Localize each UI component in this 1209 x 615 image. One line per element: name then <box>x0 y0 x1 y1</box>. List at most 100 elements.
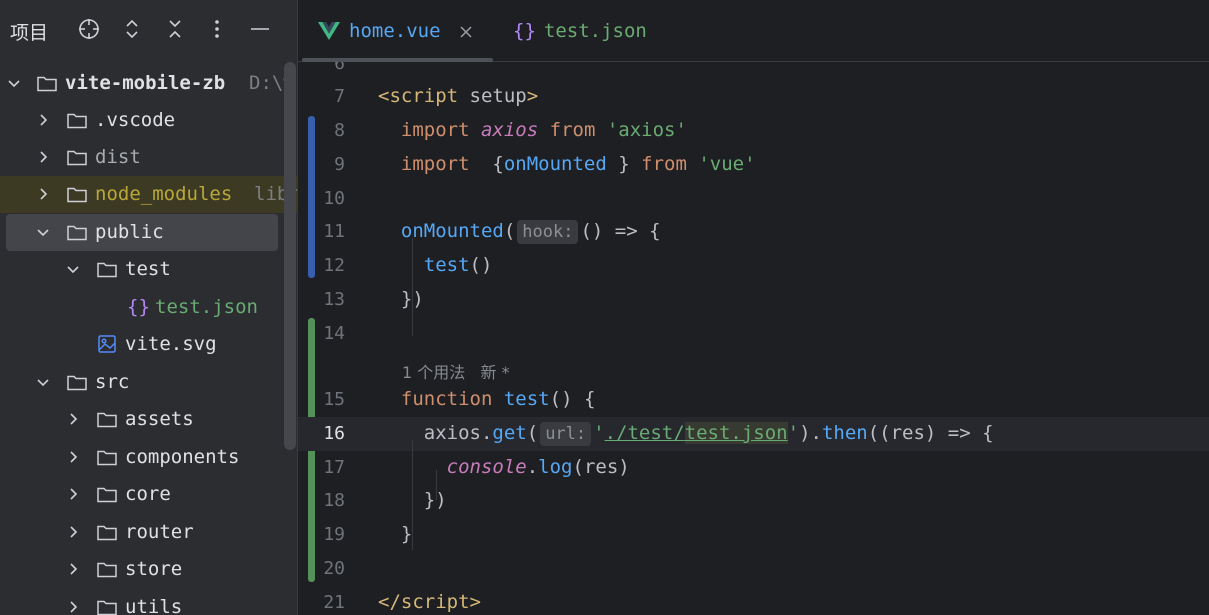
collapse-all-icon[interactable] <box>162 16 188 42</box>
line-number: 21 <box>323 592 345 613</box>
tree-item-vscode[interactable]: .vscode <box>0 102 297 139</box>
tree-item-router[interactable]: router <box>0 514 297 551</box>
json-braces-icon: {} <box>513 20 536 42</box>
code-line: 19 } <box>298 518 1209 552</box>
code-line: 17 console.log(res) <box>298 451 1209 485</box>
line-number: 20 <box>323 558 345 579</box>
folder-icon <box>66 109 88 131</box>
tree-item-label: store <box>125 558 183 580</box>
tree-item-label: node_modules <box>95 183 233 205</box>
tree-item-public[interactable]: public <box>6 214 278 251</box>
chevron-right-icon[interactable] <box>65 561 81 577</box>
close-icon[interactable] <box>459 24 473 38</box>
line-number: 9 <box>334 154 345 175</box>
code-line: 10 <box>298 182 1209 216</box>
tree-item-test-folder[interactable]: test <box>0 251 297 288</box>
tab-test-json[interactable]: {} test.json <box>513 0 647 62</box>
line-number: 19 <box>323 524 345 545</box>
line-number: 15 <box>323 389 345 410</box>
line-number: 10 <box>323 188 345 209</box>
folder-icon <box>96 596 118 615</box>
parameter-hint: hook: <box>517 220 579 244</box>
tree-item-label: src <box>95 371 130 393</box>
tree-item-label: vite-mobile-zb <box>65 72 226 94</box>
code-text: }) <box>400 288 424 310</box>
chevron-right-icon[interactable] <box>65 599 81 615</box>
line-number: 13 <box>323 289 345 310</box>
code-line-current: 16 axios.get(url: './test/test.json').the… <box>298 417 1209 451</box>
image-file-icon <box>96 333 118 355</box>
project-panel-scrollbar[interactable] <box>284 62 296 450</box>
code-text: } <box>400 523 413 545</box>
parameter-hint: url: <box>540 422 592 446</box>
line-number: 17 <box>323 457 345 478</box>
tree-item-label: assets <box>125 408 194 430</box>
indent-guide <box>412 440 413 550</box>
line-number: 8 <box>334 120 345 141</box>
tree-item-core[interactable]: core <box>0 476 297 513</box>
code-line: 20 <box>298 552 1209 586</box>
chevron-down-icon[interactable] <box>35 374 51 390</box>
more-vertical-icon[interactable] <box>204 16 230 42</box>
minimize-icon[interactable] <box>247 16 273 42</box>
code-text: onMounted(hook:() => { <box>400 220 661 244</box>
project-panel-header: 项目 <box>0 0 297 62</box>
json-braces-icon: {} <box>127 296 150 318</box>
chevron-right-icon[interactable] <box>65 486 81 502</box>
code-text: function test() { <box>400 388 596 410</box>
code-line: 15 function test() { <box>298 383 1209 417</box>
code-text: <script setup> <box>378 85 539 107</box>
code-line: 13 }) <box>298 283 1209 317</box>
folder-icon <box>96 558 118 580</box>
chevron-right-icon[interactable] <box>65 449 81 465</box>
folder-icon <box>66 221 88 243</box>
code-line: 18 }) <box>298 484 1209 518</box>
tree-item-label: test.json <box>155 296 258 318</box>
code-line: 6 <box>298 62 1209 81</box>
expand-all-icon[interactable] <box>119 16 145 42</box>
chevron-down-icon[interactable] <box>35 224 51 240</box>
chevron-down-icon[interactable] <box>6 75 22 91</box>
tree-item-test-json[interactable]: {} test.json <box>0 289 297 326</box>
tree-item-label: test <box>125 258 171 280</box>
tab-home-vue[interactable]: home.vue <box>318 0 492 62</box>
code-line: 8 import axios from 'axios' <box>298 114 1209 148</box>
folder-icon <box>96 408 118 430</box>
tab-label: home.vue <box>349 20 441 42</box>
code-editor: home.vue {} test.json 6 7 <script setup>… <box>297 0 1209 615</box>
tree-item-node-modules[interactable]: node_modules libr <box>0 176 297 213</box>
chevron-right-icon[interactable] <box>35 149 51 165</box>
code-text: axios.get(url: './test/test.json').then((… <box>423 422 994 446</box>
indent-guide <box>436 470 437 500</box>
code-text: test() <box>423 254 493 276</box>
code-line: 11 onMounted(hook:() => { <box>298 215 1209 249</box>
tree-item-label: vite.svg <box>125 333 217 355</box>
tree-item-components[interactable]: components <box>0 439 297 476</box>
chevron-right-icon[interactable] <box>35 112 51 128</box>
tree-item-vite-svg[interactable]: vite.svg <box>0 326 297 363</box>
tree-item-dist[interactable]: dist <box>0 139 297 176</box>
project-panel: 项目 vite-mobile-zb D:\w .vscode dist node… <box>0 0 297 615</box>
code-line: 7 <script setup> <box>298 80 1209 114</box>
tree-item-assets[interactable]: assets <box>0 401 297 438</box>
folder-icon <box>96 521 118 543</box>
tree-item-label: components <box>125 446 240 468</box>
folder-icon <box>96 446 118 468</box>
crosshair-icon[interactable] <box>76 16 102 42</box>
chevron-down-icon[interactable] <box>65 261 81 277</box>
tree-item-utils[interactable]: utils <box>0 589 297 615</box>
code-area[interactable]: 6 7 <script setup> 8 import axios from '… <box>298 62 1209 615</box>
chevron-right-icon[interactable] <box>65 524 81 540</box>
folder-icon <box>36 72 58 94</box>
tree-item-src[interactable]: src <box>0 364 297 401</box>
tree-item-label: utils <box>125 596 183 615</box>
folder-icon <box>66 371 88 393</box>
tree-item-vite-mobile-zb[interactable]: vite-mobile-zb D:\w <box>0 65 297 102</box>
chevron-right-icon[interactable] <box>35 186 51 202</box>
tree-item-label: dist <box>95 146 141 168</box>
chevron-right-icon[interactable] <box>65 411 81 427</box>
line-number: 7 <box>334 86 345 107</box>
usages-hint[interactable]: 1 个用法 新 * <box>402 359 510 383</box>
tree-item-store[interactable]: store <box>0 551 297 588</box>
line-number: 14 <box>323 323 345 344</box>
